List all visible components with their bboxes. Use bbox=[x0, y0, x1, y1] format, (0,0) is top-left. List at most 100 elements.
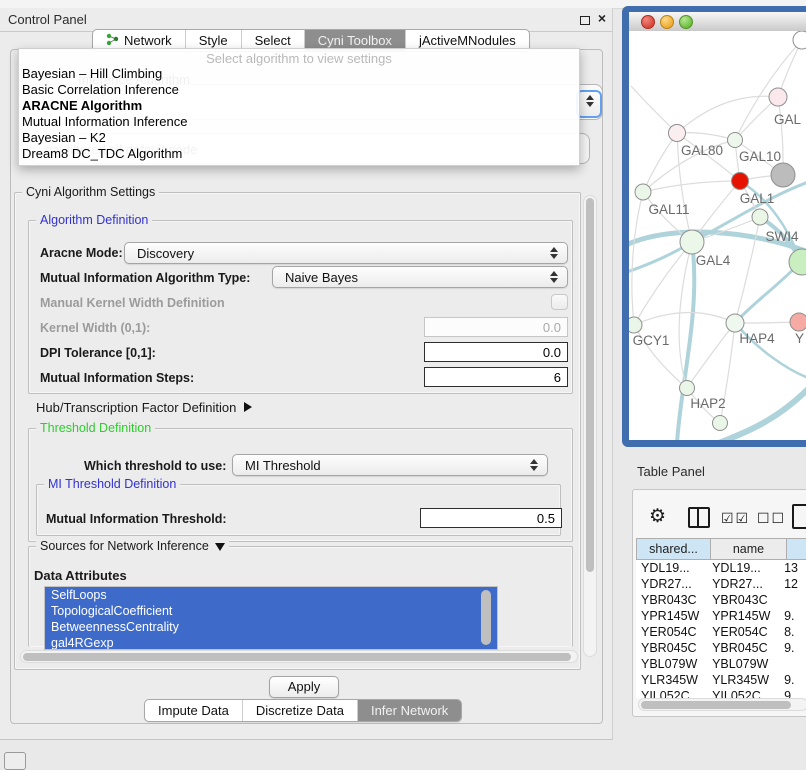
node-gcy1[interactable] bbox=[629, 317, 642, 333]
data-attributes-label: Data Attributes bbox=[34, 568, 127, 583]
table-row[interactable]: YBL079WYBL079W bbox=[636, 656, 806, 672]
unchecked-columns-icon[interactable]: ☐☐ bbox=[757, 510, 786, 527]
sources-title-text: Sources for Network Inference bbox=[40, 539, 209, 553]
column-header-a[interactable]: A bbox=[787, 538, 806, 560]
table-cell: YIL052C bbox=[707, 688, 779, 698]
split-view-icon[interactable] bbox=[688, 507, 710, 528]
node-gal1[interactable] bbox=[732, 173, 749, 190]
close-window-icon[interactable] bbox=[641, 15, 655, 29]
node-hap4-label: HAP4 bbox=[739, 331, 775, 346]
tab-label: Impute Data bbox=[158, 703, 229, 718]
node-gal-cut[interactable] bbox=[769, 88, 787, 106]
algorithm-option-bayesian-k2[interactable]: Bayesian – K2 bbox=[19, 130, 579, 146]
attribute-item-betweennesscentrality[interactable]: BetweennessCentrality bbox=[45, 619, 497, 635]
tab-label: Select bbox=[255, 33, 291, 48]
table-row[interactable]: YER054CYER054C8. bbox=[636, 624, 806, 640]
settings-vscrollbar[interactable] bbox=[583, 195, 597, 657]
tab-impute-data[interactable]: Impute Data bbox=[145, 700, 242, 721]
node-hap2[interactable] bbox=[680, 381, 695, 396]
network-window-titlebar[interactable] bbox=[629, 12, 806, 32]
collapse-arrow-icon[interactable] bbox=[215, 543, 225, 551]
threshold-definition-title: Threshold Definition bbox=[36, 421, 155, 435]
apply-button[interactable]: Apply bbox=[269, 676, 339, 698]
sources-group-title: Sources for Network Inference bbox=[36, 539, 229, 553]
algorithm-option-aracne-algorithm[interactable]: ARACNE Algorithm bbox=[19, 98, 579, 114]
algorithm-option-mutual-information-inference[interactable]: Mutual Information Inference bbox=[19, 114, 579, 130]
table-cell: YBR043C bbox=[636, 592, 707, 608]
aracne-mode-label: Aracne Mode: bbox=[40, 246, 123, 260]
table-cell: YDL19... bbox=[636, 560, 707, 576]
table-cell: 9. bbox=[779, 608, 806, 624]
node-gray[interactable] bbox=[771, 163, 795, 187]
table-row[interactable]: YBR043CYBR043C bbox=[636, 592, 806, 608]
dpi-tolerance-field[interactable]: 0.0 bbox=[424, 342, 568, 362]
kernel-width-field[interactable]: 0.0 bbox=[424, 317, 568, 337]
node-gal10[interactable] bbox=[728, 133, 743, 148]
table-cell: YPR145W bbox=[707, 608, 779, 624]
tab-discretize-data[interactable]: Discretize Data bbox=[242, 700, 357, 721]
attr-list-scrollbar[interactable] bbox=[481, 590, 491, 645]
node-gal10-label: GAL10 bbox=[739, 149, 781, 164]
minimize-window-icon[interactable] bbox=[660, 15, 674, 29]
table-row[interactable]: YDR27...YDR27...12 bbox=[636, 576, 806, 592]
network-canvas[interactable]: GALGAL80GAL10GAL1GAL11SWI4GAL4GCY1HAP4YH… bbox=[629, 31, 806, 440]
attribute-item-gal4rgexp[interactable]: gal4RGexp bbox=[45, 635, 497, 650]
manual-kernel-width-checkbox[interactable] bbox=[551, 294, 568, 310]
column-header-name[interactable]: name bbox=[711, 538, 787, 560]
network-graph: GALGAL80GAL10GAL1GAL11SWI4GAL4GCY1HAP4YH… bbox=[629, 31, 806, 440]
attribute-item-topologicalcoefficient[interactable]: TopologicalCoefficient bbox=[45, 603, 497, 619]
node-gal11-label: GAL11 bbox=[648, 202, 689, 217]
collapsed-panel-icon[interactable] bbox=[4, 752, 26, 770]
table-cell: YBL079W bbox=[636, 656, 707, 672]
kernel-width-label: Kernel Width (0,1): bbox=[40, 321, 150, 335]
table-row[interactable]: YLR345WYLR345W9. bbox=[636, 672, 806, 688]
table-row[interactable]: YIL052CYIL052C9 bbox=[636, 688, 806, 698]
table-cell: 13 bbox=[779, 560, 806, 576]
zoom-window-icon[interactable] bbox=[679, 15, 693, 29]
attribute-item-selfloops[interactable]: SelfLoops bbox=[45, 587, 497, 603]
algorithm-option-bayesian-hill-climbing[interactable]: Bayesian – Hill Climbing bbox=[19, 66, 579, 82]
algorithm-option-dream8-dc-tdc-algorithm[interactable]: Dream8 DC_TDC Algorithm bbox=[19, 146, 579, 162]
which-threshold-combo[interactable]: MI Threshold bbox=[232, 454, 548, 476]
table-header: shared...nameA bbox=[636, 538, 806, 560]
manual-kernel-width-label: Manual Kernel Width Definition bbox=[40, 296, 225, 310]
hub-definition-toggle[interactable]: Hub/Transcription Factor Definition bbox=[36, 400, 252, 415]
node-gal80[interactable] bbox=[669, 125, 686, 142]
mi-algorithm-type-label: Mutual Information Algorithm Type: bbox=[40, 271, 250, 285]
column-header-shared[interactable]: shared... bbox=[636, 538, 711, 560]
table-hscrollbar[interactable] bbox=[638, 698, 806, 711]
tab-label: Style bbox=[199, 33, 228, 48]
float-panel-icon[interactable] bbox=[580, 16, 590, 25]
table-row[interactable]: YDL19...YDL19...13 bbox=[636, 560, 806, 576]
table-cell: YDR27... bbox=[707, 576, 779, 592]
aracne-mode-combo[interactable]: Discovery bbox=[124, 242, 568, 264]
node-gal4[interactable] bbox=[680, 230, 704, 254]
table-cell: 8. bbox=[779, 624, 806, 640]
node-swi4[interactable] bbox=[752, 209, 768, 225]
table-rows: YDL19...YDL19...13YDR27...YDR27...12YBR0… bbox=[636, 560, 806, 698]
table-cell: YDR27... bbox=[636, 576, 707, 592]
mi-steps-field[interactable]: 6 bbox=[424, 367, 568, 387]
table-cell: YLR345W bbox=[707, 672, 779, 688]
mi-algorithm-type-combo[interactable]: Naive Bayes bbox=[272, 266, 568, 288]
node-salmon[interactable] bbox=[790, 313, 806, 331]
table-cell: YER054C bbox=[707, 624, 779, 640]
table-row[interactable]: YBR045CYBR045C9. bbox=[636, 640, 806, 656]
settings-hscrollbar[interactable] bbox=[20, 650, 578, 663]
checked-columns-icon[interactable]: ☑☑ bbox=[721, 510, 750, 527]
table-row[interactable]: YPR145WYPR145W9. bbox=[636, 608, 806, 624]
gear-icon[interactable]: ⚙ bbox=[649, 505, 666, 528]
node-green-bottom[interactable] bbox=[713, 416, 728, 431]
node-hap4[interactable] bbox=[726, 314, 744, 332]
node-gal11[interactable] bbox=[635, 184, 651, 200]
algorithm-option-basic-correlation-inference[interactable]: Basic Correlation Inference bbox=[19, 82, 579, 98]
table-cell: YIL052C bbox=[636, 688, 707, 698]
table-cell: YBR045C bbox=[707, 640, 779, 656]
tab-infer-network[interactable]: Infer Network bbox=[357, 700, 461, 721]
close-panel-icon[interactable]: × bbox=[596, 12, 608, 24]
node-top[interactable] bbox=[793, 31, 806, 49]
mi-threshold-field[interactable]: 0.5 bbox=[420, 508, 562, 528]
page-icon[interactable] bbox=[792, 504, 806, 529]
expand-arrow-icon[interactable] bbox=[244, 402, 252, 412]
data-attributes-list[interactable]: SelfLoopsTopologicalCoefficientBetweenne… bbox=[44, 586, 498, 650]
